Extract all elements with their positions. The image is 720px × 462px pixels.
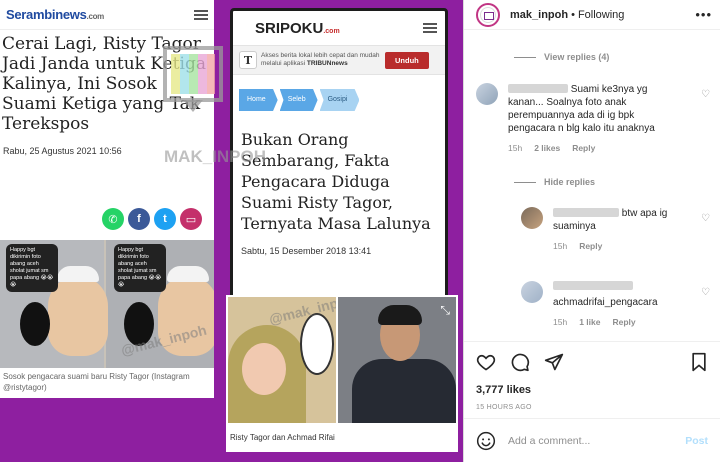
comment-meta: 15h 2 likes Reply: [508, 143, 684, 153]
story-text: Happy bgt dikirimin foto abang aceh shol…: [114, 244, 166, 292]
article-photo: Happy bgt dikirimin foto abang aceh shol…: [0, 240, 214, 368]
expand-icon: ⤡: [440, 303, 450, 317]
reply-item: btw apa ig suaminya 15h Reply: [521, 207, 711, 251]
likes-count[interactable]: 3,777 likes: [476, 384, 708, 396]
add-comment-input[interactable]: [508, 434, 686, 447]
reply-button[interactable]: Reply: [572, 143, 595, 153]
view-replies-button[interactable]: View replies (4): [514, 52, 609, 62]
story-text: Happy bgt dikirimin foto abang aceh shol…: [6, 244, 58, 292]
breadcrumb-home: Home: [239, 89, 278, 111]
source-bar: SRIPOKU.com: [233, 11, 445, 45]
man-photo: ⤡: [338, 297, 456, 423]
profile-avatar[interactable]: [476, 2, 500, 27]
more-options-icon[interactable]: •••: [695, 7, 712, 22]
comment-body: Suami ke3nya yg kanan... Soalnya foto an…: [508, 83, 684, 153]
username-link[interactable]: mak_inpoh: [510, 9, 568, 21]
post-header: mak_inpoh • Following •••: [464, 0, 720, 30]
whatsapp-icon: ✆: [102, 208, 124, 230]
photo-caption: Sosok pengacara suami baru Risty Tagor (…: [3, 372, 190, 392]
comment-text: achmadrifai_pengacara: [553, 281, 683, 309]
like-comment-icon[interactable]: ♡: [701, 287, 710, 298]
sripoku-logo: SRIPOKU.com: [255, 19, 340, 37]
post-comment-button[interactable]: Post: [685, 435, 708, 447]
app-promo-bar: T Akses berita lokal lebih cepat dan mud…: [233, 45, 445, 75]
share-send-icon[interactable]: [544, 352, 564, 372]
reply-button[interactable]: Reply: [579, 241, 602, 251]
breadcrumb-gosipi: Gosipi: [319, 89, 360, 111]
photo-caption: Risty Tagor dan Achmad Rifai: [230, 433, 335, 442]
menu-icon: [194, 9, 208, 20]
comment-text: btw apa ig suaminya: [553, 208, 668, 232]
article-headline: Bukan Orang Sembarang, Fakta Pengacara D…: [241, 130, 431, 233]
follow-status-button[interactable]: Following: [578, 9, 624, 21]
tribun-app-icon: T: [239, 51, 257, 69]
menu-icon: [423, 23, 437, 33]
source-bar: Serambinews.com: [0, 0, 214, 30]
separator-dot: •: [571, 8, 575, 21]
comment-likes[interactable]: 2 likes: [534, 143, 560, 153]
breadcrumb-seleb: Seleb: [279, 89, 318, 111]
share-buttons: ✆ f t ▭: [102, 208, 202, 230]
breadcrumb: Home Seleb Gosipi: [239, 89, 445, 111]
commenter-avatar[interactable]: [476, 83, 498, 105]
comment-time: 15h: [553, 317, 568, 327]
post-actions: 3,777 likes 15 HOURS AGO: [464, 341, 720, 411]
hide-replies-button[interactable]: Hide replies: [514, 177, 595, 187]
like-heart-icon[interactable]: [476, 352, 496, 372]
comment-meta: 15h Reply: [553, 241, 683, 251]
mak-inpoh-text-watermark: MAK_INPOH: [164, 147, 267, 166]
download-button: Unduh: [385, 51, 429, 69]
twitter-icon: t: [154, 208, 176, 230]
post-image: Serambinews.com Cerai Lagi, Risty Tagor …: [0, 0, 463, 462]
post-timestamp: 15 HOURS AGO: [476, 404, 532, 411]
comment-bubble-icon[interactable]: [510, 352, 530, 372]
article-date: Sabtu, 15 Desember 2018 13:41: [241, 246, 372, 256]
comment-time: 15h: [553, 241, 568, 251]
add-comment-bar: Post: [464, 418, 720, 462]
comment-icon: ▭: [180, 208, 202, 230]
comment-body: achmadrifai_pengacara 15h 1 like Reply: [553, 281, 683, 327]
blurred-username: [553, 281, 633, 290]
bookmark-icon[interactable]: [690, 352, 708, 372]
comment-text: Suami ke3nya yg kanan... Soalnya foto an…: [508, 84, 655, 134]
facebook-icon: f: [128, 208, 150, 230]
instagram-panel: mak_inpoh • Following ••• View replies (…: [463, 0, 720, 462]
censor-blob: [20, 302, 50, 346]
emoji-icon[interactable]: [476, 431, 496, 451]
censor-oval: [300, 313, 334, 375]
comments-list[interactable]: View replies (4) Suami ke3nya yg kanan..…: [464, 31, 720, 341]
blurred-username: [553, 208, 619, 217]
comment-body: btw apa ig suaminya 15h Reply: [553, 207, 683, 251]
photo-card: @mak_inpoh ⤡ Risty Tagor dan Achmad Rifa…: [226, 295, 458, 452]
like-comment-icon[interactable]: ♡: [701, 213, 710, 224]
promo-text: Akses berita lokal lebih cepat dan mudah…: [261, 52, 380, 67]
commenter-avatar[interactable]: [521, 207, 543, 229]
comment-item: Suami ke3nya yg kanan... Soalnya foto an…: [476, 83, 702, 153]
woman-photo: @mak_inpoh: [228, 297, 336, 423]
reply-button[interactable]: Reply: [612, 317, 635, 327]
action-icons: [476, 350, 708, 374]
blurred-username: [508, 84, 568, 93]
mak-inpoh-logo-watermark: [163, 46, 223, 112]
comment-time: 15h: [508, 143, 523, 153]
serambinews-logo: Serambinews.com: [6, 7, 104, 22]
comment-likes[interactable]: 1 like: [579, 317, 600, 327]
commenter-avatar[interactable]: [521, 281, 543, 303]
comment-meta: 15h 1 like Reply: [553, 317, 683, 327]
reply-item: achmadrifai_pengacara 15h 1 like Reply: [521, 281, 711, 327]
like-comment-icon[interactable]: ♡: [701, 89, 710, 100]
